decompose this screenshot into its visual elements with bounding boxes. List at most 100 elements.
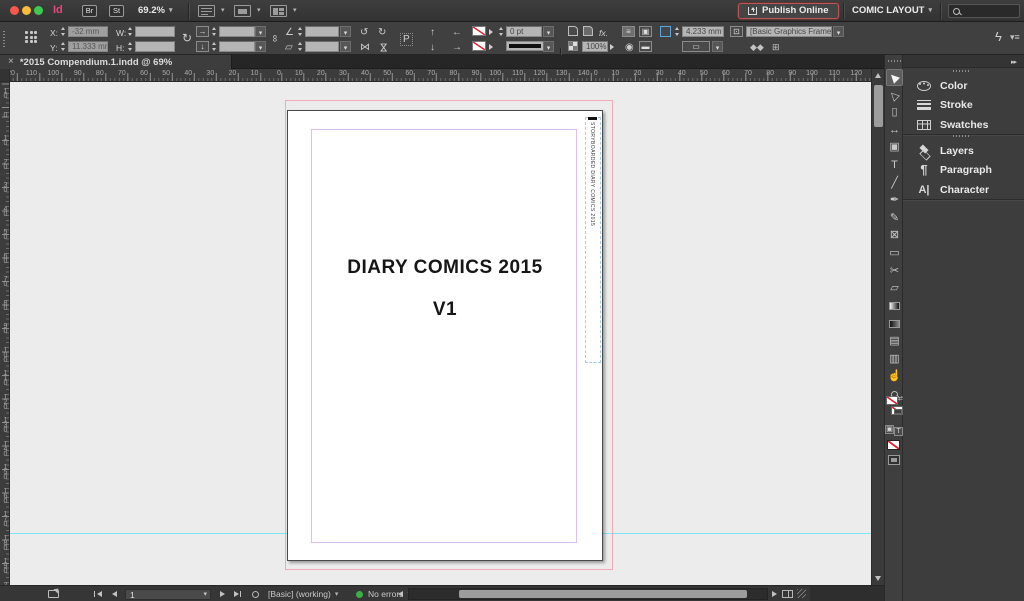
screen-mode-icon[interactable]	[234, 5, 251, 17]
horizontal-scroll-thumb[interactable]	[459, 590, 747, 598]
scissors-tool[interactable]: ✂	[886, 263, 903, 280]
panel-group-grip[interactable]	[953, 135, 969, 137]
scroll-right-arrow[interactable]	[772, 591, 777, 597]
object-style-dropdown[interactable]	[833, 26, 844, 37]
preflight-icon[interactable]	[252, 590, 259, 598]
fitting-preview[interactable]: ▭	[682, 41, 710, 52]
scroll-left-arrow[interactable]	[398, 591, 403, 597]
hand-tool[interactable]: ☝	[886, 368, 903, 385]
resize-grip-icon[interactable]	[797, 589, 806, 598]
scale-x-field[interactable]	[219, 26, 255, 37]
reference-point-proxy[interactable]	[25, 31, 40, 46]
vertical-scrollbar[interactable]	[871, 69, 884, 585]
quick-apply-icon[interactable]: ϟ	[995, 30, 1002, 43]
content-collector-tool[interactable]: ▣	[886, 139, 903, 156]
search-box[interactable]	[948, 4, 1020, 18]
zoom-window-button[interactable]	[34, 6, 43, 15]
rectangle-tool[interactable]: ▭	[886, 245, 903, 262]
measure-tool[interactable]: ▥	[886, 351, 903, 368]
scroll-down-arrow[interactable]	[875, 576, 881, 581]
minimize-window-button[interactable]	[22, 6, 31, 15]
screen-mode-caret[interactable]	[253, 5, 261, 15]
gap-tool[interactable]: ↔	[886, 122, 903, 139]
scale-x-dropdown[interactable]	[255, 26, 266, 37]
effects-fx-label[interactable]: fx.	[599, 28, 608, 38]
fill-swatch-icon[interactable]	[886, 396, 898, 405]
apply-none-swatch[interactable]	[887, 440, 900, 450]
select-container-icon[interactable]: ↑	[430, 27, 435, 38]
selection-tool[interactable]: ▶	[886, 69, 903, 86]
gradient-feather-tool[interactable]	[886, 315, 903, 332]
panel-item-layers[interactable]: Layers	[903, 141, 1024, 160]
gap-field[interactable]: 4.233 mm	[682, 26, 724, 37]
stroke-weight-field[interactable]: 0 pt	[506, 26, 542, 37]
scale-y-field[interactable]	[219, 41, 255, 52]
vertical-scroll-thumb[interactable]	[874, 85, 883, 127]
flip-vertical-icon[interactable]: ⋈	[378, 43, 389, 53]
next-page-button[interactable]	[220, 591, 225, 597]
last-page-button[interactable]	[234, 591, 239, 597]
stroke-weight-stepper[interactable]	[498, 26, 505, 37]
screen-mode-button[interactable]	[888, 455, 900, 465]
formatting-affects-text-icon[interactable]: T	[894, 427, 903, 436]
y-stepper[interactable]	[60, 41, 67, 52]
constrain-dimensions-icon[interactable]: ↻	[182, 32, 192, 44]
pasteboard[interactable]: DIARY COMICS 2015 V1 STORYBOARDED DIARY …	[10, 82, 871, 585]
type-tool[interactable]: T	[886, 157, 903, 174]
rotate-cw-icon[interactable]: ↻	[378, 27, 386, 38]
tab-close-icon[interactable]: ×	[8, 57, 14, 67]
pen-tool[interactable]: ✒	[886, 192, 903, 209]
panel-menu-icon[interactable]: ▾≡	[1010, 32, 1020, 42]
bridge-button[interactable]: Br	[82, 5, 97, 17]
page-number-dropdown[interactable]: 1	[125, 588, 211, 600]
stroke-swatch-icon[interactable]	[891, 406, 903, 415]
opacity-caret[interactable]	[610, 44, 614, 50]
shear-dropdown[interactable]	[340, 41, 351, 52]
free-transform-tool[interactable]: ▱	[886, 280, 903, 297]
select-next-icon[interactable]: →	[452, 42, 462, 53]
fitting-dropdown[interactable]	[712, 41, 723, 52]
tools-grip[interactable]	[888, 60, 901, 62]
share-icon[interactable]	[48, 590, 59, 598]
flip-horizontal-icon[interactable]: ⋈	[360, 42, 370, 53]
panel-item-stroke[interactable]: Stroke	[903, 96, 1024, 115]
opacity-field[interactable]: 100%	[582, 41, 608, 52]
rectangle-frame-tool[interactable]: ⊠	[886, 227, 903, 244]
zoom-level-dropdown[interactable]: 69.2%	[138, 5, 172, 16]
fill-swatch-none[interactable]	[472, 26, 486, 36]
panel-item-character[interactable]: A| Character	[903, 180, 1024, 199]
document-tab[interactable]: × *2015 Compendium.1.indd @ 69%	[0, 55, 232, 69]
first-page-button[interactable]	[97, 591, 102, 597]
gap-stepper[interactable]	[674, 26, 681, 37]
formatting-affects-container-icon[interactable]: ▣	[885, 425, 894, 434]
corner-shape-icon[interactable]	[583, 26, 593, 36]
publish-online-button[interactable]: Publish Online	[738, 3, 839, 19]
effects-object-icon[interactable]: ◉	[625, 42, 634, 53]
line-tool[interactable]: ╱	[886, 175, 903, 192]
h-field[interactable]	[135, 41, 175, 52]
scale-x-stepper[interactable]	[211, 26, 218, 37]
horizontal-scrollbar[interactable]	[408, 588, 768, 600]
panel-grip[interactable]	[3, 30, 5, 47]
page-version-text[interactable]: V1	[288, 299, 602, 321]
select-previous-icon[interactable]: ←	[452, 27, 462, 38]
constrain-scale-link-icon[interactable]: ∞	[269, 35, 280, 42]
stroke-caret[interactable]	[489, 44, 493, 50]
panel-group-grip[interactable]	[953, 70, 969, 72]
close-window-button[interactable]	[10, 6, 19, 15]
y-field[interactable]: 11.333 mm	[68, 41, 108, 52]
search-input[interactable]	[963, 6, 1015, 16]
stroke-swatch-none[interactable]	[472, 41, 486, 51]
spread-view-icon[interactable]	[782, 590, 793, 598]
preflight-profile-dropdown[interactable]: [Basic] (working)	[268, 586, 338, 601]
stroke-weight-dropdown[interactable]	[543, 26, 554, 37]
w-field[interactable]	[135, 26, 175, 37]
w-stepper[interactable]	[127, 26, 134, 37]
v-ruler[interactable]: 10 0 10 20 30 40 50 60 70 80 90 100 110 120 130 140 150 1…	[0, 82, 10, 585]
pencil-tool[interactable]: ✎	[886, 210, 903, 227]
shear-field[interactable]	[305, 41, 339, 52]
errors-dropdown[interactable]: No errors	[368, 586, 411, 601]
rotation-field[interactable]	[305, 26, 339, 37]
collapse-panels-icon[interactable]: ▸▸	[1011, 58, 1017, 66]
x-field[interactable]: -32 mm	[68, 26, 108, 37]
